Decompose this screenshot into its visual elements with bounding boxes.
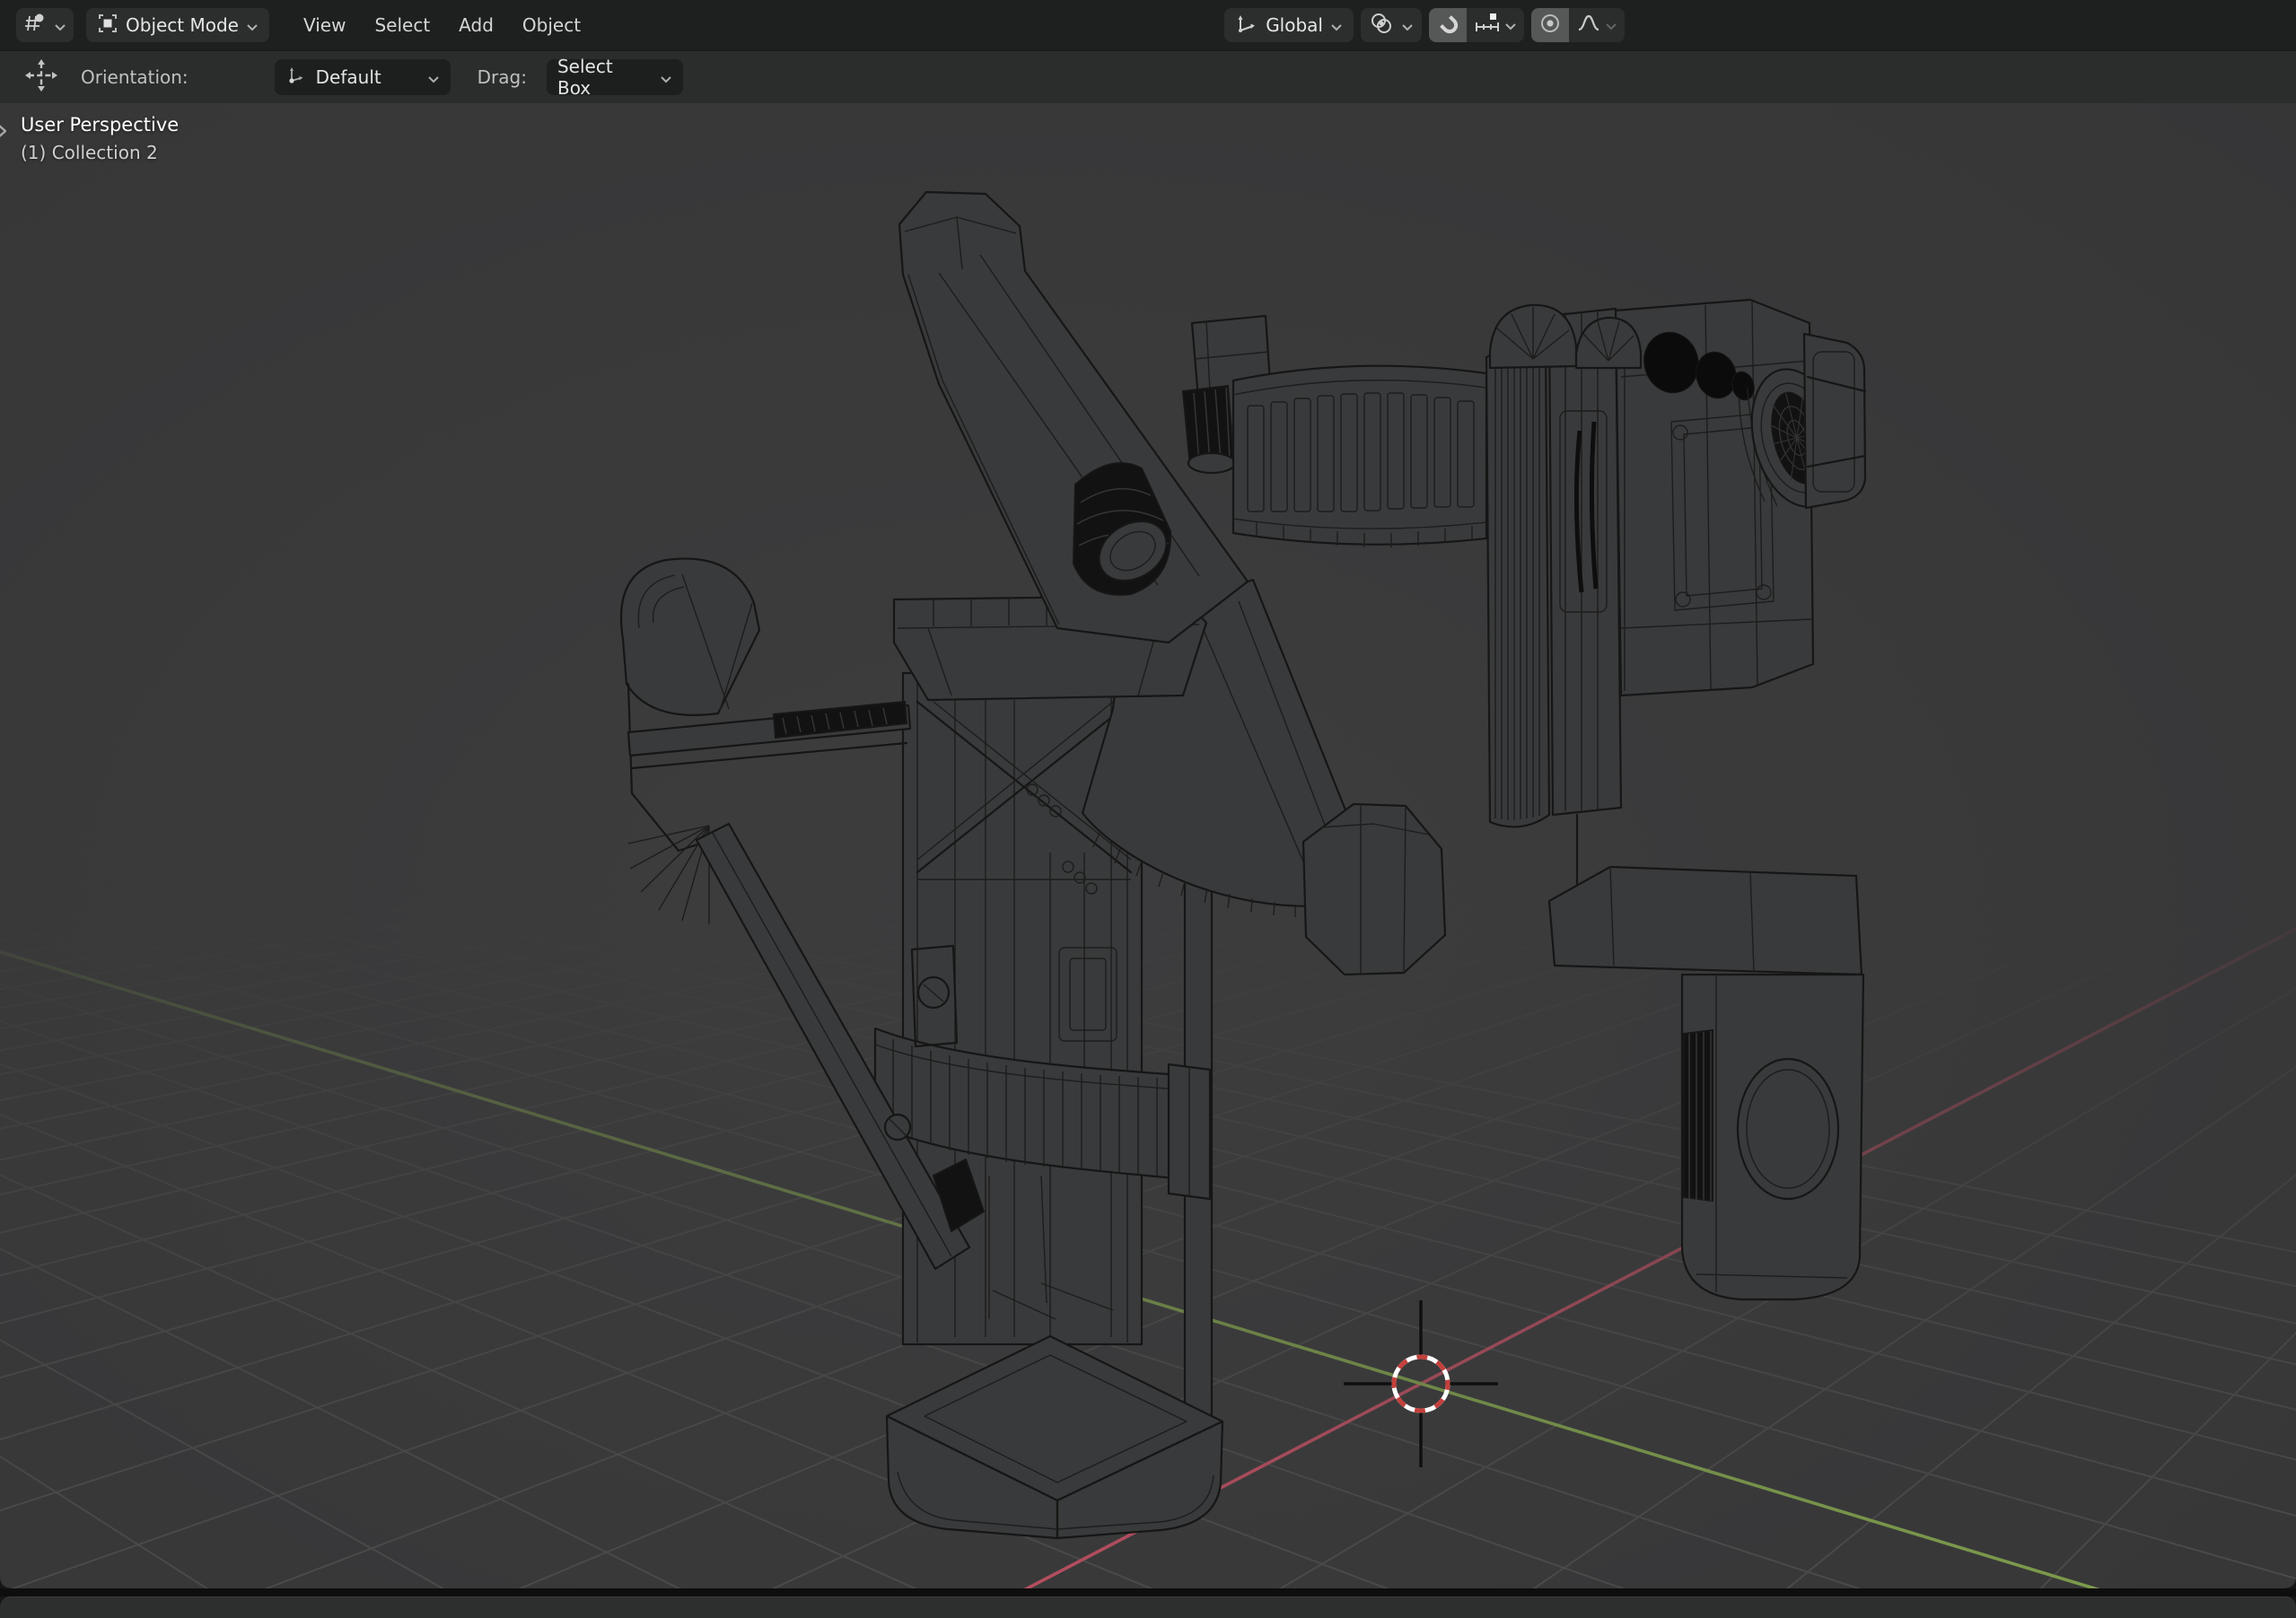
menu-add[interactable]: Add: [444, 8, 508, 42]
menu-object[interactable]: Object: [508, 8, 595, 42]
mode-label: Object Mode: [126, 14, 239, 36]
dot-circle-icon: [1538, 12, 1562, 39]
transform-orientation-dropdown[interactable]: Global: [1224, 8, 1354, 42]
increments-icon: [1474, 11, 1501, 39]
orientation-value: Default: [315, 66, 381, 88]
chevron-down-icon: [1605, 17, 1617, 34]
proportional-editing-toggle[interactable]: [1531, 8, 1569, 42]
snap-group: [1429, 8, 1524, 42]
orientation-dropdown[interactable]: Default: [274, 59, 451, 95]
editor-divider[interactable]: [0, 1588, 2296, 1596]
menu-select[interactable]: Select: [360, 8, 444, 42]
chevron-down-icon: [54, 14, 66, 36]
next-editor-header: [0, 1596, 2296, 1618]
pivot-point-icon: [1369, 11, 1394, 40]
drag-dropdown[interactable]: Select Box: [546, 56, 683, 99]
3d-viewport[interactable]: [0, 0, 2296, 1618]
smooth-curve-icon: [1576, 12, 1601, 39]
chevron-down-icon: [1504, 17, 1517, 34]
object-mode-icon: [97, 13, 118, 39]
3d-viewport-icon: [23, 12, 47, 39]
toolbar-collapse-chevron[interactable]: ›: [0, 115, 9, 145]
move-tool-icon: [23, 57, 59, 97]
blender-window: Object Mode View Select Add Object Globa…: [0, 0, 2296, 1618]
orientation-value: Global: [1266, 14, 1323, 36]
snap-toggle[interactable]: [1429, 8, 1467, 42]
drag-label: Drag:: [477, 66, 527, 88]
axes-icon: [1235, 12, 1258, 39]
falloff-dropdown[interactable]: [1569, 8, 1625, 42]
snap-target-dropdown[interactable]: [1467, 8, 1524, 42]
editor-type-button[interactable]: [16, 8, 74, 42]
orientation-label: Orientation:: [81, 66, 188, 88]
menu-view[interactable]: View: [289, 8, 360, 42]
mode-dropdown[interactable]: Object Mode: [86, 8, 269, 42]
chevron-down-icon: [1330, 14, 1343, 36]
viewport-header: Object Mode View Select Add Object Globa…: [0, 0, 2296, 50]
axis-origin-icon: [285, 65, 307, 91]
drag-value: Select Box: [556, 56, 613, 99]
proportional-group: [1531, 8, 1625, 42]
pivot-point-dropdown[interactable]: [1361, 8, 1422, 42]
chevron-down-icon: [246, 14, 259, 36]
chevron-down-icon: [660, 66, 672, 88]
chevron-down-icon: [427, 66, 440, 88]
model-bellows: [1231, 364, 1488, 547]
chevron-down-icon: [1401, 14, 1414, 36]
magnet-icon: [1436, 12, 1459, 39]
tool-settings-bar: Orientation: Default Drag: Select Box: [0, 50, 2296, 103]
